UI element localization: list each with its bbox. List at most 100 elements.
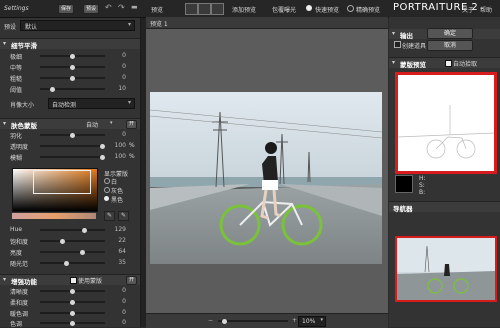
slider-knob[interactable] [70, 64, 75, 70]
slider-value: 0 [122, 63, 126, 70]
slider-track[interactable] [40, 86, 105, 92]
slider-track[interactable] [40, 310, 105, 316]
preset-button[interactable]: 预设 [83, 4, 99, 14]
split-horizontal-icon[interactable] [198, 3, 211, 15]
slider-knob[interactable] [70, 299, 75, 305]
fine-preview-radio[interactable] [347, 5, 354, 12]
mask-preview-image[interactable] [395, 72, 497, 174]
zoom-dropdown[interactable]: 10% ▾ [298, 316, 326, 327]
slider-row: 粗糙 0 [0, 73, 140, 83]
split-vertical-icon[interactable] [211, 3, 224, 15]
mask-black-radio[interactable] [104, 196, 109, 201]
slider-knob[interactable] [70, 132, 75, 138]
reset-icon[interactable]: ▬ [131, 3, 138, 11]
slider-knob[interactable] [60, 238, 65, 244]
slider-row: 亮度 64 [0, 247, 140, 257]
slider-row: 随光范 35 [0, 258, 140, 268]
slider-row: 阈值 10 [0, 84, 140, 94]
mask-white-radio[interactable] [104, 178, 110, 184]
enhance-section-header[interactable]: ▾ 增强功能 使用蒙版 开 [0, 274, 140, 286]
slider-row: 清晰度 0 [0, 286, 140, 296]
hue-strip[interactable] [12, 213, 96, 219]
slider-value: 35 [118, 259, 126, 266]
mask-toggle-button[interactable]: 开 [126, 120, 137, 129]
slider-knob[interactable] [70, 53, 75, 59]
about-link[interactable]: 关于 [462, 5, 474, 14]
slider-track[interactable] [40, 320, 105, 326]
collapse-arrow-icon: ▾ [392, 59, 396, 66]
detail-section-title: 细节平滑 [11, 42, 37, 50]
slider-knob[interactable] [50, 86, 55, 92]
save-button[interactable]: 保存 [58, 4, 74, 14]
slider-track[interactable] [40, 154, 105, 160]
skin-section-title: 肤色蒙版 [11, 122, 37, 130]
slider-knob[interactable] [100, 154, 105, 160]
preview-photo[interactable] [150, 92, 382, 264]
mask-option-label: 黑色 [111, 197, 124, 204]
slider-value: 22 [118, 237, 126, 244]
slider-knob[interactable] [64, 260, 69, 266]
preview-tab-bar: 预览 1 [146, 17, 388, 29]
enhance-toggle-button[interactable]: 开 [126, 276, 137, 285]
slider-row: 暖色调 0 [0, 308, 140, 318]
slider-knob[interactable] [82, 227, 87, 233]
output-section-title: 输出 [400, 32, 413, 40]
skin-mode-value[interactable]: 自动 [86, 120, 98, 129]
skin-section-header[interactable]: ▾ 肤色蒙版 自动 ▾ 开 [0, 118, 140, 130]
slider-track[interactable] [40, 75, 105, 81]
settings-label: Settings [4, 5, 29, 12]
detail-section-header[interactable]: ▾ 细节平滑 [0, 38, 140, 50]
slider-row: 色调 0 [0, 318, 140, 328]
navigator-photo [397, 238, 495, 300]
navigator-thumbnail[interactable] [395, 236, 497, 302]
color-swatch[interactable] [395, 175, 413, 193]
slider-track[interactable] [40, 64, 105, 70]
zoom-in-icon[interactable]: + [292, 317, 297, 324]
use-mask-checkbox[interactable] [70, 277, 77, 284]
redo-icon[interactable]: ↷ [118, 3, 125, 12]
color-selection-box[interactable] [33, 170, 91, 194]
slider-knob[interactable] [70, 288, 75, 294]
slider-track[interactable] [40, 249, 105, 255]
color-field[interactable] [12, 168, 98, 212]
slider-knob[interactable] [100, 143, 105, 149]
slider-track[interactable] [40, 227, 105, 233]
slider-knob[interactable] [70, 75, 75, 81]
fast-preview-radio[interactable] [306, 5, 312, 11]
slider-track[interactable] [40, 132, 105, 138]
slider-row: 透明度 100 % [0, 141, 140, 151]
output-panel: ▾ 输出 确定 创建道具 取消 ▾ 蒙版预览 自动拾取 H: S: B: 导航器 [389, 17, 500, 327]
chevron-down-icon[interactable]: ▾ [110, 120, 113, 126]
new-layer-checkbox[interactable] [394, 41, 401, 48]
ok-button[interactable]: 确定 [427, 28, 473, 39]
slider-knob[interactable] [70, 320, 75, 326]
help-link[interactable]: 帮助 [480, 5, 492, 14]
slider-knob[interactable] [70, 310, 75, 316]
add-preview-button[interactable]: 添加预览 [232, 5, 256, 14]
eyedropper-plus-icon[interactable]: ✎ [118, 211, 129, 221]
slider-track[interactable] [40, 260, 105, 266]
slider-track[interactable] [40, 288, 105, 294]
preview-tab[interactable]: 预览 1 [150, 19, 168, 28]
single-view-icon[interactable] [185, 3, 198, 15]
slider-track[interactable] [40, 299, 105, 305]
navigator-header[interactable]: 导航器 [389, 201, 500, 213]
preset-dropdown[interactable]: 默认 ▾ [20, 20, 135, 31]
zoom-slider-knob[interactable] [222, 318, 227, 324]
slider-track[interactable] [40, 238, 105, 244]
mask-preview-header[interactable]: ▾ 蒙版预览 自动拾取 [389, 57, 500, 69]
mask-gray-radio[interactable] [104, 187, 110, 193]
include-exposure-button[interactable]: 包覆曝光 [272, 5, 296, 14]
slider-track[interactable] [40, 143, 105, 149]
portrait-size-dropdown[interactable]: 自动检测 ▾ [48, 98, 135, 109]
eyedropper-icon[interactable]: ✎ [104, 211, 115, 221]
slider-knob[interactable] [80, 249, 85, 255]
slider-label: 阈值 [10, 87, 23, 94]
zoom-slider-track[interactable] [218, 318, 288, 324]
undo-icon[interactable]: ↶ [105, 3, 112, 12]
collapse-arrow-icon: ▾ [392, 30, 396, 37]
auto-pick-checkbox[interactable] [445, 60, 452, 67]
zoom-out-icon[interactable]: − [208, 317, 213, 324]
cancel-button[interactable]: 取消 [427, 40, 473, 51]
slider-track[interactable] [40, 53, 105, 59]
